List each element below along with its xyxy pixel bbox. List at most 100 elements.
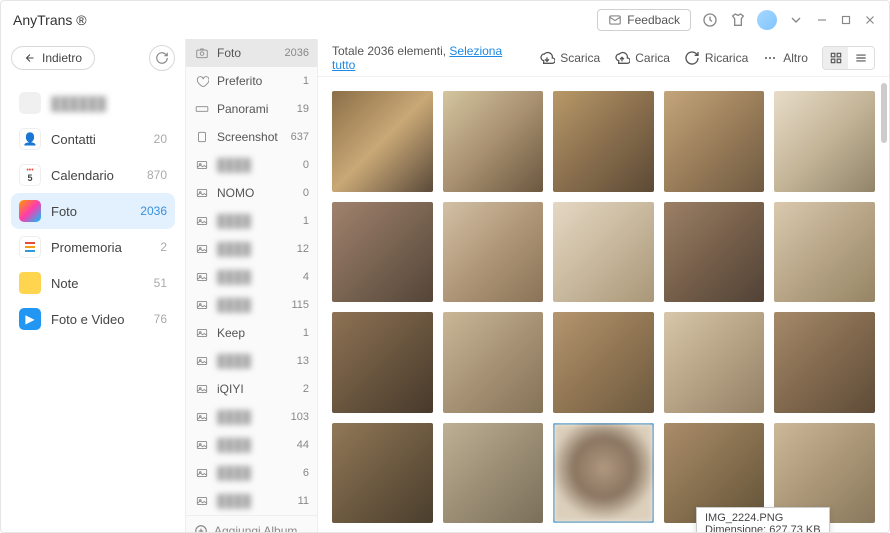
chevron-down-icon[interactable] <box>787 11 805 29</box>
image-icon <box>194 409 210 425</box>
album-label: ████ <box>217 242 251 256</box>
album-label: ████ <box>217 438 251 452</box>
grid-view-button[interactable] <box>823 47 849 69</box>
photo-thumbnail[interactable] <box>774 91 875 192</box>
album-item-blurred[interactable]: ████0 <box>186 151 317 179</box>
avatar[interactable] <box>757 10 777 30</box>
sidebar-item-note[interactable]: Note51 <box>11 265 175 301</box>
album-count: 115 <box>291 299 309 311</box>
close-button[interactable] <box>863 13 877 27</box>
album-item-blurred[interactable]: ████103 <box>186 403 317 431</box>
album-item-blurred[interactable]: ████ 44 <box>186 431 317 459</box>
photo-thumbnail[interactable] <box>664 312 765 413</box>
upload-button[interactable]: Carica <box>614 50 670 66</box>
album-item-blurred[interactable]: ████1 <box>186 207 317 235</box>
photo-thumbnail[interactable] <box>774 202 875 303</box>
sidebar-item-label: Promemoria <box>51 240 122 255</box>
photo-thumbnail[interactable] <box>443 312 544 413</box>
bell-icon[interactable] <box>701 11 719 29</box>
image-icon <box>194 241 210 257</box>
sidebar-item-blurred[interactable]: ██████ <box>11 85 175 121</box>
album-count: 0 <box>303 187 309 199</box>
album-label: ████ <box>217 494 251 508</box>
back-button[interactable]: Indietro <box>11 46 95 70</box>
download-button[interactable]: Scarica <box>539 50 600 66</box>
list-view-button[interactable] <box>848 47 874 69</box>
sidebar-item-contatti[interactable]: 👤Contatti20 <box>11 121 175 157</box>
maximize-button[interactable] <box>839 13 853 27</box>
photo-thumbnail[interactable] <box>553 423 654 524</box>
album-count: 637 <box>291 131 309 143</box>
album-count: 12 <box>297 243 309 255</box>
album-item-foto[interactable]: Foto 2036 <box>186 39 317 67</box>
photo-thumbnail[interactable] <box>332 312 433 413</box>
photo-thumbnail[interactable] <box>443 91 544 192</box>
photo-tooltip: IMG_2224.PNG Dimensione: 627.73 KB <box>696 507 830 532</box>
photo-thumbnail[interactable] <box>553 202 654 303</box>
image-icon <box>194 381 210 397</box>
scrollbar-thumb[interactable] <box>881 83 887 143</box>
reload-button[interactable]: Ricarica <box>684 50 748 66</box>
photo-thumbnail[interactable] <box>443 423 544 524</box>
sidebar-item-label: Foto e Video <box>51 312 124 327</box>
album-count: 1 <box>303 327 309 339</box>
album-item-screenshot[interactable]: Screenshot637 <box>186 123 317 151</box>
photo-thumbnail[interactable] <box>553 91 654 192</box>
sidebar-item-calendario[interactable]: •••5Calendario870 <box>11 157 175 193</box>
album-count: 2036 <box>285 47 309 59</box>
album-item-blurred[interactable]: ████ 12 <box>186 235 317 263</box>
add-album-button[interactable]: Aggiungi Album <box>186 515 317 532</box>
album-item-keep[interactable]: Keep1 <box>186 319 317 347</box>
image-icon <box>194 269 210 285</box>
photo-thumbnail[interactable] <box>332 423 433 524</box>
minimize-button[interactable] <box>815 13 829 27</box>
album-item-preferito[interactable]: Preferito1 <box>186 67 317 95</box>
image-icon <box>194 353 210 369</box>
sidebar-item-label: Calendario <box>51 168 114 183</box>
album-label: Foto <box>217 46 241 60</box>
image-icon <box>194 185 210 201</box>
photo-thumbnail[interactable] <box>774 312 875 413</box>
album-item-blurred[interactable]: ████115 <box>186 291 317 319</box>
photo-thumbnail[interactable] <box>332 202 433 303</box>
sidebar-item-foto[interactable]: Foto2036 <box>11 193 175 229</box>
sidebar-item-label: Note <box>51 276 78 291</box>
more-button[interactable]: Altro <box>762 50 808 66</box>
album-item-iqiyi[interactable]: iQIYI2 <box>186 375 317 403</box>
sidebar-item-label: ██████ <box>51 96 106 111</box>
sidebar-item-foto-e-video[interactable]: ▶Foto e Video76 <box>11 301 175 337</box>
sidebar-item-label: Contatti <box>51 132 96 147</box>
album-count: 4 <box>303 271 309 283</box>
feedback-button[interactable]: Feedback <box>597 9 691 31</box>
refresh-button[interactable] <box>149 45 175 71</box>
photo-thumbnail[interactable] <box>553 312 654 413</box>
album-item-nomo[interactable]: NOMO0 <box>186 179 317 207</box>
album-item-blurred[interactable]: ████13 <box>186 347 317 375</box>
photo-thumbnail[interactable] <box>332 91 433 192</box>
album-count: 13 <box>297 355 309 367</box>
album-item-blurred[interactable]: ████ 4 <box>186 263 317 291</box>
album-count: 44 <box>297 439 309 451</box>
shirt-icon[interactable] <box>729 11 747 29</box>
photo-thumbnail[interactable] <box>443 202 544 303</box>
album-count: 2 <box>303 383 309 395</box>
sidebar-item-promemoria[interactable]: Promemoria 2 <box>11 229 175 265</box>
camera-icon <box>194 45 210 61</box>
album-item-blurred[interactable]: ████11 <box>186 487 317 515</box>
sidebar-item-count: 2 <box>160 240 167 254</box>
album-item-panorami[interactable]: Panorami19 <box>186 95 317 123</box>
album-item-blurred[interactable]: ████6 <box>186 459 317 487</box>
sidebar-item-label: Foto <box>51 204 77 219</box>
image-icon <box>194 157 210 173</box>
sidebar-item-count: 870 <box>147 168 167 182</box>
photo-thumbnail[interactable] <box>664 91 765 192</box>
back-label: Indietro <box>42 51 82 65</box>
album-label: ████ <box>217 270 251 284</box>
album-label: Panorami <box>217 102 268 116</box>
photo-thumbnail[interactable] <box>664 202 765 303</box>
album-label: ████ <box>217 466 251 480</box>
album-count: 1 <box>303 215 309 227</box>
toolbar: Totale 2036 elementi, Seleziona tutto Sc… <box>318 39 889 77</box>
app-title: AnyTrans ® <box>13 12 87 28</box>
image-icon <box>194 493 210 509</box>
